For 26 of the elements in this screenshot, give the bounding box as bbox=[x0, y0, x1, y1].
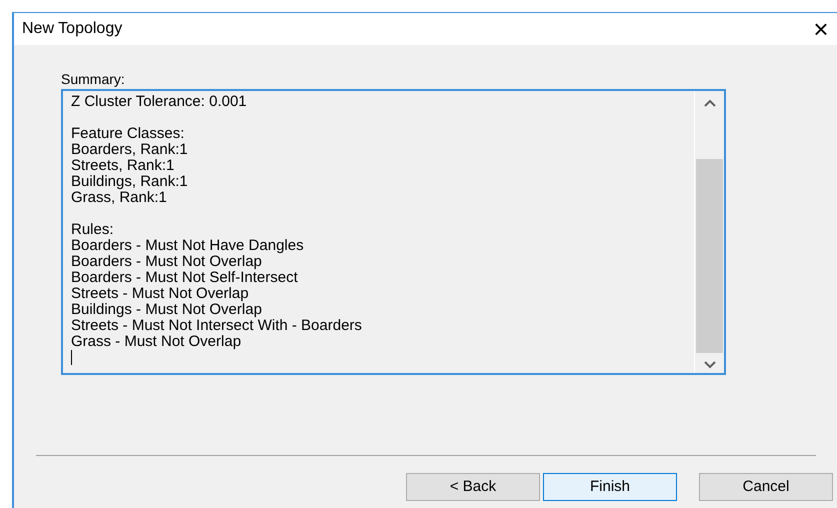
summary-line: Streets - Must Not Intersect With - Boarders bbox=[71, 318, 363, 334]
summary-line: Boarders - Must Not Have Dangles bbox=[71, 238, 305, 254]
summary-line: Buildings - Must Not Overlap bbox=[71, 302, 263, 318]
summary-line: Boarders - Must Not Self-Intersect bbox=[71, 270, 299, 286]
scroll-up-icon[interactable] bbox=[704, 99, 716, 107]
dialog-button[interactable]: Cancel bbox=[699, 473, 833, 501]
summary-line: Boarders, Rank:1 bbox=[71, 142, 189, 158]
summary-text-area[interactable] bbox=[61, 89, 726, 375]
window-title: New Topology bbox=[22, 19, 122, 39]
close-button[interactable]: × bbox=[809, 16, 833, 42]
summary-line: Grass - Must Not Overlap bbox=[71, 334, 242, 350]
summary-line: Streets - Must Not Overlap bbox=[71, 286, 250, 302]
summary-line: Z Cluster Tolerance: 0.001 bbox=[71, 94, 248, 110]
summary-line: Feature Classes: bbox=[71, 126, 186, 142]
summary-line: Buildings, Rank:1 bbox=[71, 174, 189, 190]
summary-line: Grass, Rank:1 bbox=[71, 190, 168, 206]
summary-line: Rules: bbox=[71, 222, 115, 238]
scroll-down-icon[interactable] bbox=[704, 361, 716, 369]
summary-line: Boarders - Must Not Overlap bbox=[71, 254, 262, 270]
scrollbar-thumb[interactable] bbox=[696, 159, 723, 353]
summary-label: Summary: bbox=[61, 71, 126, 87]
scrollbar[interactable] bbox=[694, 91, 724, 373]
text-cursor bbox=[71, 350, 72, 365]
dialog-button[interactable]: < Back bbox=[406, 473, 540, 501]
dialog-button[interactable]: Finish bbox=[543, 473, 677, 501]
summary-line: Streets, Rank:1 bbox=[71, 158, 176, 174]
